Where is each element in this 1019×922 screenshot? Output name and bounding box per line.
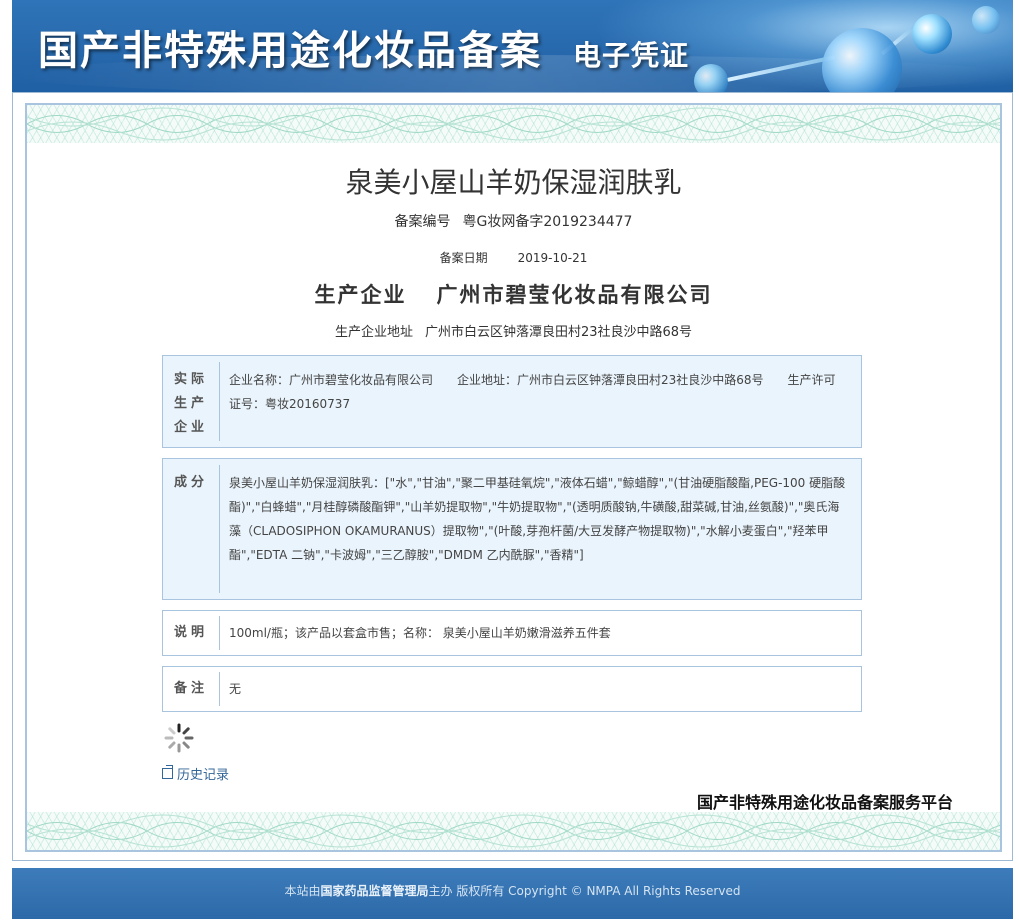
certificate-inner-frame: 泉美小屋山羊奶保湿润肤乳 备案编号 粤G妆网备字2019234477 备案日期 20… <box>25 103 1002 852</box>
box-divider <box>219 672 220 706</box>
header-subtitle: 电子凭证 <box>573 39 690 72</box>
product-name: 泉美小屋山羊奶保湿润肤乳 <box>345 166 682 199</box>
box-divider <box>219 616 220 650</box>
producer-label: 生产企业 <box>314 282 407 307</box>
ingredients-box: 成分 泉美小屋山羊奶保湿润肤乳：["水","甘油","聚二甲基硅氧烷","液体石… <box>162 458 862 600</box>
box-label: 成分 <box>173 475 208 490</box>
box-divider <box>219 465 220 593</box>
box-label: 实际生产企业 <box>173 372 208 435</box>
producer-address-line: 生产企业地址 广州市白云区钟落潭良田村23社良沙中路68号 <box>27 321 1000 340</box>
box-content: 无 <box>229 682 242 696</box>
record-number: 粤G妆网备字2019234477 <box>462 214 633 230</box>
producer-line: 生产企业 广州市碧莹化妆品有限公司 <box>27 279 1000 309</box>
box-label: 备注 <box>173 681 208 696</box>
footer-organization: 国家药品监督管理局 <box>320 884 429 898</box>
history-link[interactable]: 历史记录 <box>162 764 229 783</box>
history-link-label[interactable]: 历史记录 <box>177 768 229 783</box>
molecule-sphere-icon <box>972 6 1000 34</box>
actual-producer-box: 实际生产企业 企业名称：广州市碧莹化妆品有限公司 企业地址：广州市白云区钟落潭良… <box>162 355 862 448</box>
guilloche-border-top <box>27 105 1000 143</box>
producer-address: 广州市白云区钟落潭良田村23社良沙中路68号 <box>424 325 693 340</box>
certificate-outer-frame: 泉美小屋山羊奶保湿润肤乳 备案编号 粤G妆网备字2019234477 备案日期 20… <box>12 92 1013 861</box>
loading-spinner-icon <box>164 723 194 753</box>
footer-copyright: 主办 版权所有 Copyright © NMPA All Rights Rese… <box>428 884 741 898</box>
box-divider <box>219 362 220 441</box>
description-box: 说明 100ml/瓶；该产品以套盒市售；名称： 泉美小屋山羊奶嫩滑滋养五件套 <box>162 610 862 656</box>
box-content: 泉美小屋山羊奶保湿润肤乳：["水","甘油","聚二甲基硅氧烷","液体石蜡",… <box>229 476 846 562</box>
site-footer: 本站由国家药品监督管理局主办 版权所有 Copyright © NMPA All… <box>12 868 1013 919</box>
box-content: 企业名称：广州市碧莹化妆品有限公司 企业地址：广州市白云区钟落潭良田村23社良沙… <box>229 373 836 411</box>
producer-address-label: 生产企业地址 <box>334 325 413 340</box>
molecule-sphere-icon <box>694 64 728 92</box>
footer-prefix: 本站由 <box>284 884 321 898</box>
remark-box: 备注 无 <box>162 666 862 712</box>
guilloche-border-bottom <box>27 812 1000 850</box>
record-date-label: 备案日期 <box>439 251 488 265</box>
record-date-line: 备案日期 2019-10-21 <box>27 249 1000 266</box>
platform-name: 国产非特殊用途化妆品备案服务平台 <box>697 793 954 812</box>
molecule-sphere-icon <box>912 14 952 54</box>
record-date: 2019-10-21 <box>517 251 588 265</box>
box-label: 说明 <box>173 625 208 640</box>
record-number-line: 备案编号 粤G妆网备字2019234477 <box>27 211 1000 231</box>
external-link-icon <box>162 765 173 779</box>
producer-name: 广州市碧莹化妆品有限公司 <box>436 282 713 307</box>
header-banner: 国产非特殊用途化妆品备案 电子凭证 <box>12 0 1013 92</box>
box-content: 100ml/瓶；该产品以套盒市售；名称： 泉美小屋山羊奶嫩滑滋养五件套 <box>229 626 611 640</box>
header-title: 国产非特殊用途化妆品备案 <box>38 27 542 74</box>
record-number-label: 备案编号 <box>394 214 451 230</box>
